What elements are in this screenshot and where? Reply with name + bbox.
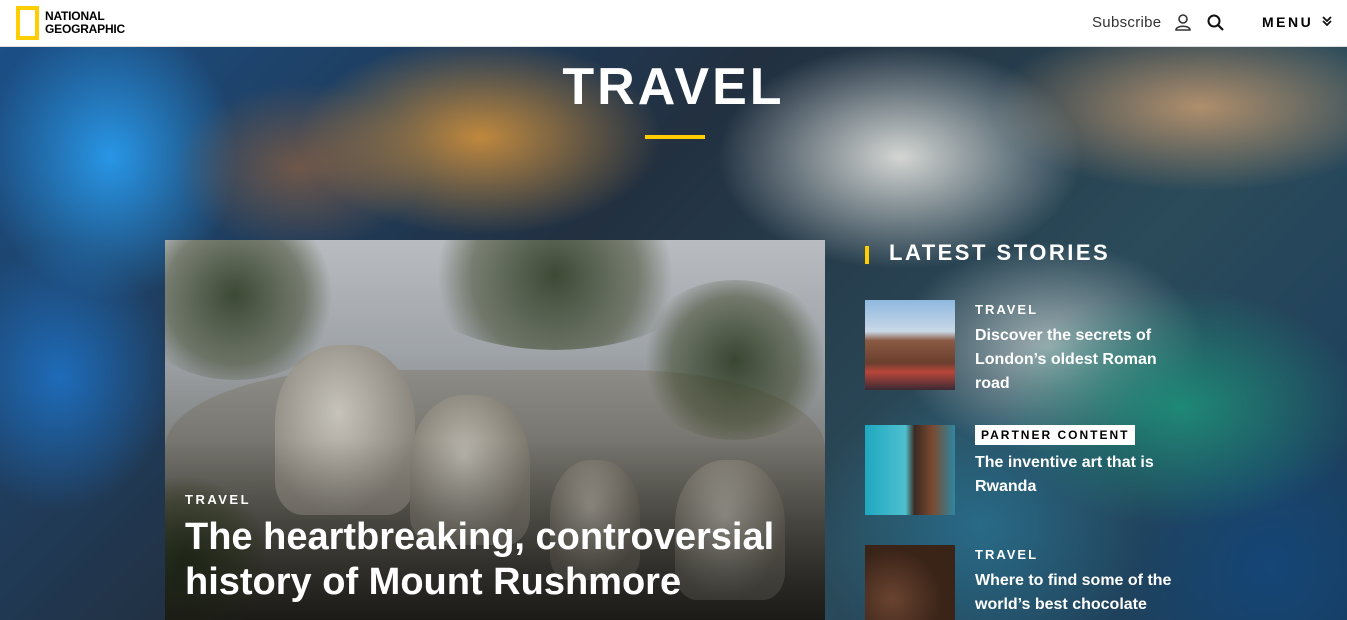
latest-heading-accent [865, 246, 869, 264]
feature-headline[interactable]: The heartbreaking, controversial history… [185, 515, 805, 605]
feature-category-tag[interactable]: TRAVEL [185, 492, 251, 507]
hero-aerial-image: TRAVEL TRAVEL The heartbreaking, controv… [0, 47, 1347, 620]
list-item[interactable]: TRAVEL Where to find some of the world’s… [865, 545, 1185, 620]
title-underline [645, 135, 705, 139]
story-thumbnail[interactable] [865, 425, 955, 515]
story-headline[interactable]: The inventive art that is Rwanda [975, 451, 1185, 499]
story-category-tag[interactable]: TRAVEL [975, 547, 1038, 562]
story-headline[interactable]: Where to find some of the world’s best c… [975, 569, 1185, 617]
search-icon[interactable] [1207, 14, 1224, 31]
logo-yellow-border-icon [16, 6, 39, 40]
list-item[interactable]: TRAVEL Discover the secrets of London’s … [865, 300, 1185, 400]
logo-line-2: GEOGRAPHIC [45, 22, 126, 36]
page-title: TRAVEL [562, 58, 785, 116]
featured-story-card[interactable]: TRAVEL The heartbreaking, controversial … [165, 240, 825, 620]
menu-button[interactable]: MENU [1262, 14, 1313, 30]
latest-stories-heading: LATEST STORIES [889, 240, 1111, 265]
story-thumbnail[interactable] [865, 545, 955, 620]
chevron-down-icon[interactable] [1322, 15, 1332, 27]
story-category-tag[interactable]: TRAVEL [975, 302, 1038, 317]
logo-wordmark: NATIONAL GEOGRAPHIC [45, 10, 125, 36]
subscribe-link[interactable]: Subscribe [1092, 14, 1161, 31]
story-thumbnail[interactable] [865, 300, 955, 390]
site-header: NATIONAL GEOGRAPHIC Subscribe MENU [0, 0, 1347, 47]
list-item[interactable]: PARTNER CONTENT The inventive art that i… [865, 425, 1185, 525]
story-headline[interactable]: Discover the secrets of London’s oldest … [975, 324, 1185, 396]
partner-content-badge: PARTNER CONTENT [975, 425, 1136, 445]
natgeo-logo[interactable]: NATIONAL GEOGRAPHIC [16, 6, 125, 40]
user-account-icon[interactable] [1175, 14, 1191, 31]
pine-branch [635, 280, 825, 440]
